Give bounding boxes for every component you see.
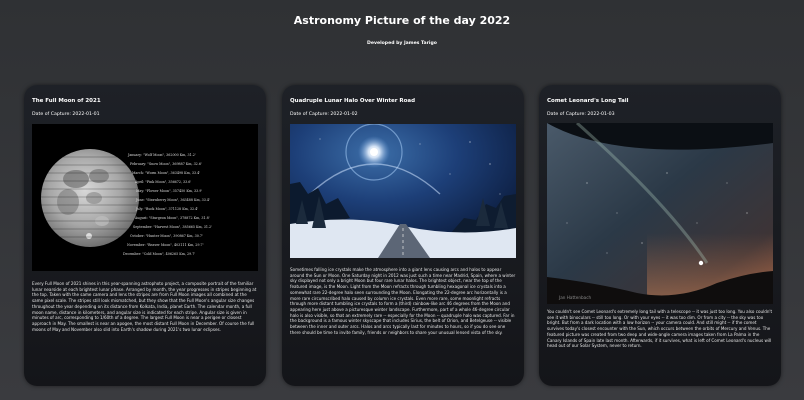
moon-label: November: "Beaver Moon", 403111 Km, 29.7… — [127, 243, 204, 247]
card-date: Date of Capture: 2022-01-03 — [547, 112, 615, 117]
card-description: Sometimes falling ice crystals make the … — [290, 267, 516, 335]
card-title: Quadruple Lunar Halo Over Winter Road — [290, 98, 416, 104]
photo-credit: Jan Hattenbach — [558, 295, 592, 300]
moon-label: May: "Flower Moon", 357450 Km, 33.9' — [136, 189, 202, 193]
moon-label: September: "Harvest Moon", 385665 Km, 31… — [133, 225, 212, 229]
card-date: Date of Capture: 2022-01-02 — [290, 112, 358, 117]
lunar-halo-image — [290, 124, 516, 258]
moon-label: June: "Strawberry Moon", 363488 Km, 33.4… — [135, 198, 210, 202]
moon-label: December: "Cold Moon", 406265 Km, 29.7' — [123, 252, 195, 256]
comet-image: Jan Hattenbach — [547, 123, 773, 304]
card-date: Date of Capture: 2022-01-01 — [32, 112, 100, 117]
page-subtitle: Developed by James Tarigo — [367, 41, 437, 46]
moon-label: October: "Hunter Moon", 390867 Km, 30.7' — [130, 234, 203, 238]
moon-label: April: "Pink Moon", 356672, 33.6' — [134, 180, 191, 184]
apod-card[interactable]: The Full Moon of 2021 Date of Capture: 2… — [24, 85, 266, 386]
card-title: Comet Leonard's Long Tail — [547, 98, 629, 104]
page-title: Astronomy Picture of the day 2022 — [293, 14, 511, 27]
moon-label: February: "Snow Moon", 369887 Km, 32.6' — [130, 162, 202, 166]
apod-card[interactable]: Quadruple Lunar Halo Over Winter Road Da… — [282, 85, 524, 386]
full-moon-image: January: "Wolf Moon", 362000 Km, 31.2' F… — [32, 124, 258, 271]
card-description: Every Full Moon of 2021 shines in this y… — [32, 281, 257, 332]
moon-label: July: "Buck Moon", 371128 Km, 32.4' — [135, 207, 198, 211]
card-title: The Full Moon of 2021 — [32, 98, 101, 104]
moon-label: January: "Wolf Moon", 362000 Km, 31.2' — [127, 153, 196, 157]
apod-card[interactable]: Comet Leonard's Long Tail Date of Captur… — [539, 85, 781, 386]
card-description: You couldn't see Comet Leonard's extreme… — [547, 309, 773, 349]
moon-label: March: "Worm Moon", 363498 Km, 33.4' — [132, 171, 200, 175]
moon-label: August: "Sturgeon Moon", 378872 Km, 31.8… — [134, 216, 210, 220]
